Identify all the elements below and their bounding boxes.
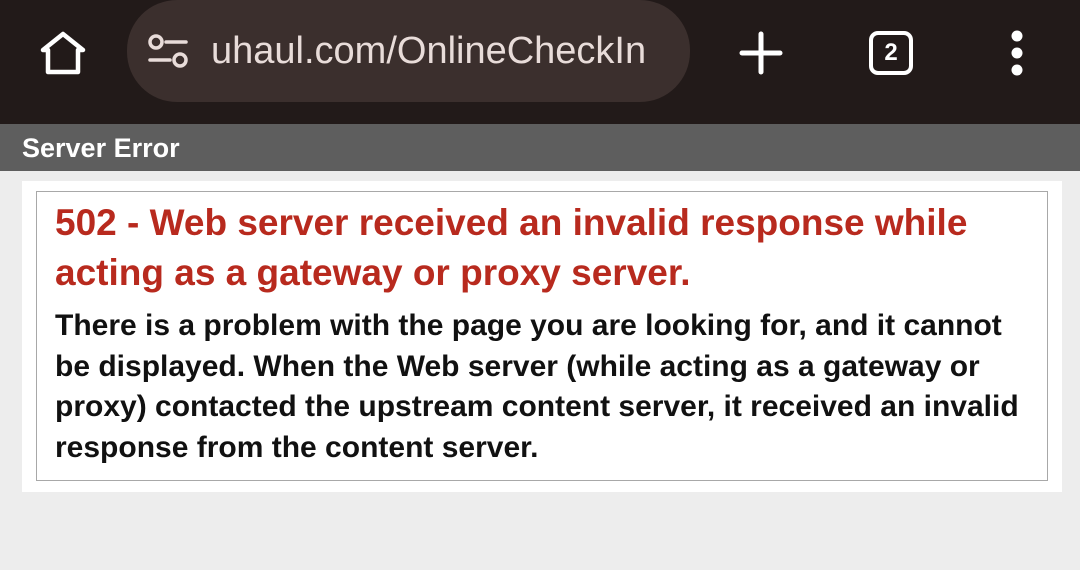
page-title: Server Error bbox=[22, 133, 180, 163]
more-vert-icon bbox=[1011, 30, 1023, 76]
tab-switcher-icon: 2 bbox=[869, 31, 913, 75]
overflow-menu-button[interactable] bbox=[990, 22, 1044, 84]
home-icon bbox=[40, 31, 86, 75]
tab-count: 2 bbox=[884, 39, 898, 66]
new-tab-button[interactable] bbox=[730, 22, 792, 84]
plus-icon bbox=[739, 31, 783, 75]
page-header: Server Error bbox=[0, 124, 1080, 171]
error-box: 502 - Web server received an invalid res… bbox=[36, 191, 1048, 481]
content-panel: 502 - Web server received an invalid res… bbox=[22, 181, 1062, 492]
address-bar[interactable]: uhaul.com/OnlineCheckIn bbox=[127, 0, 690, 102]
home-button[interactable] bbox=[32, 22, 94, 84]
error-title: 502 - Web server received an invalid res… bbox=[55, 202, 968, 293]
url-text[interactable]: uhaul.com/OnlineCheckIn bbox=[211, 25, 673, 77]
tab-switcher-button[interactable]: 2 bbox=[860, 22, 922, 84]
site-settings-icon[interactable] bbox=[147, 32, 189, 70]
browser-toolbar: uhaul.com/OnlineCheckIn 2 bbox=[0, 0, 1080, 124]
error-description: There is a problem with the page you are… bbox=[55, 309, 1019, 464]
